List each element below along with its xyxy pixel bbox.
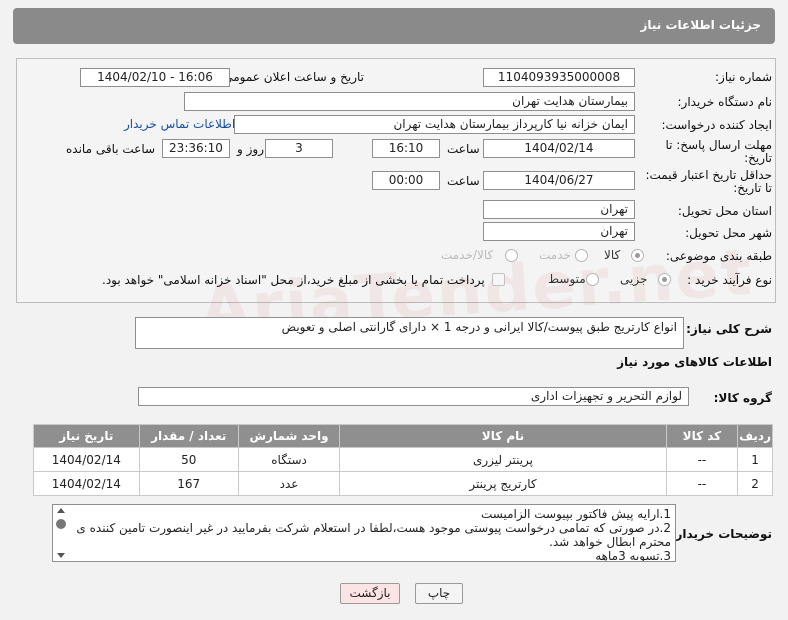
summary-field[interactable]: انواع کارتریج طبق پیوست/کالا ایرانی و در… (135, 317, 684, 349)
deadline-label-line2: تاریخ: (744, 151, 772, 165)
table-row[interactable]: 1 -- پرینتر لیزری دستگاه 50 1404/02/14 (33, 447, 773, 472)
goods-section-title: اطلاعات کالاهای مورد نیاز (617, 355, 772, 369)
province-field[interactable]: تهران (483, 200, 635, 219)
price-validity-label-line2: تا تاریخ: (733, 181, 772, 195)
category-option-goods-service: کالا/خدمت (441, 248, 494, 262)
province-label: استان محل تحویل: (677, 204, 772, 218)
note-line: 1.ارایه پیش فاکتور بپیوست الزامیست (480, 507, 671, 521)
deadline-date-field[interactable]: 1404/02/14 (483, 139, 635, 158)
remaining-time-field[interactable]: 23:36:10 (162, 139, 230, 158)
price-validity-date-field[interactable]: 1404/06/27 (483, 171, 635, 190)
cell-need-date: 1404/02/14 (33, 471, 140, 496)
scroll-down-icon (57, 553, 65, 558)
buyer-org-field[interactable]: بیمارستان هدایت تهران (184, 92, 635, 111)
note-line: 3.تسویه 3ماهه (595, 549, 671, 562)
city-label: شهر محل تحویل: (685, 226, 772, 240)
cell-row-number: 1 (737, 447, 773, 472)
category-radio-service[interactable] (575, 249, 588, 262)
price-validity-time-field[interactable]: 00:00 (372, 171, 440, 190)
notes-scrollbar[interactable] (53, 505, 69, 561)
cell-quantity: 50 (138, 447, 239, 472)
table-row[interactable]: 2 -- کارتریج پرینتر عدد 167 1404/02/14 (33, 471, 773, 496)
scroll-thumb-icon (56, 519, 66, 529)
table-header-row: ردیف کد کالا نام کالا واحد شمارش تعداد /… (33, 424, 773, 448)
category-radio-goods-service[interactable] (505, 249, 518, 262)
category-radio-goods[interactable] (631, 249, 644, 262)
deadline-time-label: ساعت (447, 142, 480, 156)
goods-group-label: گروه کالا: (713, 391, 772, 405)
deadline-time-field[interactable]: 16:10 (372, 139, 440, 158)
header-panel: جزئیات اطلاعات نیاز (13, 8, 775, 44)
payment-note: پرداخت تمام یا بخشی از مبلغ خرید،از محل … (102, 273, 485, 287)
process-radio-minor[interactable] (658, 273, 671, 286)
category-option-goods: کالا (604, 248, 621, 262)
cell-item-name: پرینتر لیزری (339, 447, 667, 472)
col-header-unit: واحد شمارش (237, 424, 341, 448)
col-header-row-number: ردیف (737, 424, 773, 448)
cell-unit: عدد (237, 471, 341, 496)
col-header-need-date: تاریخ نیاز (33, 424, 140, 448)
scroll-up-icon (57, 508, 65, 513)
summary-label: شرح کلی نیاز: (686, 322, 772, 336)
buyer-notes-field[interactable]: 1.ارایه پیش فاکتور بپیوست الزامیست 2.در … (52, 504, 676, 562)
cell-need-date: 1404/02/14 (33, 447, 140, 472)
page-title: جزئیات اطلاعات نیاز (640, 18, 761, 32)
print-button[interactable]: چاپ (415, 583, 463, 604)
process-option-minor: جزیی (620, 272, 648, 286)
category-option-service: خدمت (539, 248, 571, 262)
announce-field[interactable]: 1404/02/10 - 16:06 (80, 68, 230, 87)
deadline-label-line1: مهلت ارسال پاسخ: تا (665, 138, 772, 152)
deadline-days-field[interactable]: 3 (265, 139, 333, 158)
goods-table: ردیف کد کالا نام کالا واحد شمارش تعداد /… (33, 424, 773, 496)
cell-item-name: کارتریج پرینتر (339, 471, 667, 496)
process-label: نوع فرآیند خرید : (687, 273, 772, 287)
cell-unit: دستگاه (237, 447, 341, 472)
buyer-org-label: نام دستگاه خریدار: (677, 95, 773, 109)
announce-label: تاریخ و ساعت اعلان عمومی: (219, 70, 364, 84)
remaining-label: ساعت باقی مانده (66, 142, 156, 156)
price-validity-label-line1: حداقل تاریخ اعتبار قیمت: (645, 168, 772, 182)
back-button[interactable]: بازگشت (340, 583, 400, 604)
buyer-contact-link[interactable]: اطلاعات تماس خریدار (124, 117, 235, 131)
process-radio-medium[interactable] (586, 273, 599, 286)
cell-quantity: 167 (138, 471, 239, 496)
need-number-field[interactable]: 1104093935000008 (483, 68, 635, 87)
requester-field[interactable]: ایمان خزانه نیا کارپرداز بیمارستان هدایت… (234, 115, 635, 134)
category-label: طبقه بندی موضوعی: (665, 249, 772, 263)
days-label: روز و (237, 142, 264, 156)
note-line: 2.در صورتی که تمامی درخواست پیوستی موجود… (76, 521, 671, 535)
buyer-notes-label: توضیحات خریدار: (670, 527, 772, 541)
payment-checkbox[interactable] (492, 273, 505, 286)
need-number-label: شماره نیاز: (715, 70, 772, 84)
cell-item-code: -- (665, 471, 739, 496)
process-option-medium: متوسط (548, 272, 586, 286)
note-line: محترم ابطال خواهد شد. (549, 535, 671, 549)
scrollbar-graphic (56, 508, 66, 558)
cell-row-number: 2 (737, 471, 773, 496)
goods-group-field[interactable]: لوازم التحریر و تجهیزات اداری (138, 387, 689, 406)
cell-item-code: -- (665, 447, 739, 472)
col-header-item-code: کد کالا (665, 424, 739, 448)
price-validity-time-label: ساعت (447, 174, 480, 188)
col-header-quantity: تعداد / مقدار (138, 424, 239, 448)
city-field[interactable]: تهران (483, 222, 635, 241)
requester-label: ایجاد کننده درخواست: (661, 118, 772, 132)
col-header-item-name: نام کالا (339, 424, 667, 448)
